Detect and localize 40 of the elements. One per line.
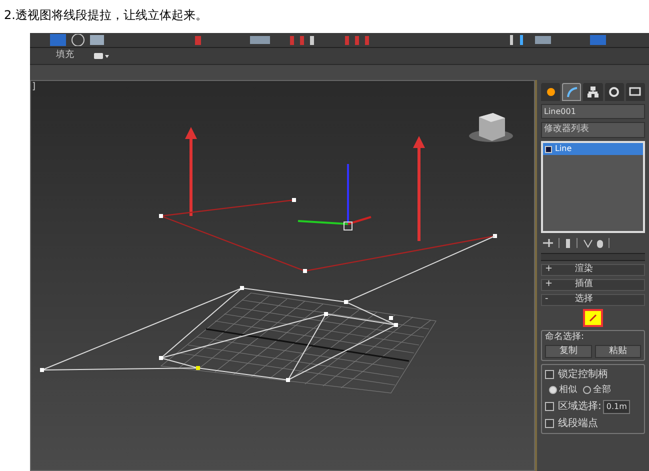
modifier-list-dropdown[interactable]: 修改器列表 [541,122,645,138]
stack-item[interactable]: Line [543,143,643,155]
up-arrow-icon [413,136,425,241]
caption: 2.透视图将线段提拉，让线立体起来。 [4,8,208,22]
checkbox[interactable] [545,419,554,428]
radio-label: 全部 [593,384,611,396]
radio-button[interactable] [549,386,557,394]
panel-button[interactable]: 复制 [545,344,592,358]
rollout-header[interactable]: - 选择 [541,294,645,306]
tab-glyph-icon [629,86,642,98]
panel-tab[interactable] [562,83,582,101]
rollout-header[interactable]: + 插值 [541,279,645,291]
radio-button[interactable] [583,386,591,394]
tab-glyph-icon [608,86,620,98]
panel-tab[interactable] [541,83,560,101]
area-value-field[interactable]: 0.1m [603,400,630,414]
tab-glyph-icon [566,86,578,98]
panel-tab[interactable] [604,83,624,101]
checkbox-label: 区域选择: [558,400,602,414]
checkbox[interactable] [545,402,554,411]
vertex-icon [588,313,598,323]
radio-label: 相似 [559,384,577,396]
checkbox-label: 锁定控制柄 [558,368,608,382]
checkbox-label: 线段端点 [558,416,598,431]
up-arrow-icon [185,127,197,216]
panel-button[interactable]: 粘贴 [594,344,641,358]
rollout-header[interactable]: + 渲染 [541,264,645,276]
object-name-field[interactable]: Line001 [541,104,645,119]
tab-glyph-icon [544,86,557,98]
vertex-button[interactable] [583,309,603,327]
tab-glyph-icon [587,86,600,98]
perspective-viewport[interactable]: ] [30,80,535,471]
checkbox[interactable] [545,370,554,378]
group-label: 命名选择: [545,331,586,344]
viewcube-drawing[interactable] [469,113,513,142]
ribbon-label[interactable]: 填充 [56,49,74,63]
panel-tab[interactable] [583,83,603,101]
viewport-label: ] [32,81,36,94]
panel-tab[interactable] [626,83,646,101]
dropdown-icon[interactable] [94,52,110,60]
